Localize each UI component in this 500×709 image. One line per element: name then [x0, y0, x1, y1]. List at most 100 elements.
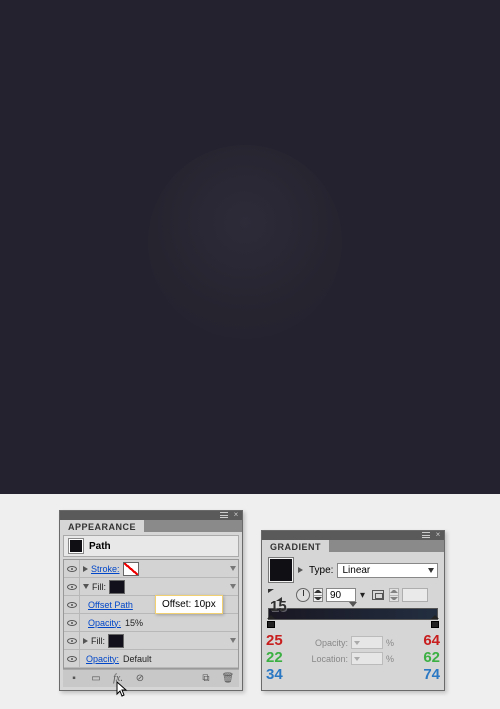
fifteen-overlay: 15	[270, 598, 287, 615]
swatch-dropdown-icon[interactable]	[298, 567, 303, 573]
percent-label: %	[386, 654, 394, 664]
type-value: Linear	[342, 565, 370, 576]
angle-value: 90	[330, 590, 341, 601]
angle-spinner[interactable]	[313, 588, 323, 602]
type-label: Type:	[309, 565, 333, 576]
appearance-tab[interactable]: APPEARANCE	[60, 519, 144, 535]
appearance-tabrow: APPEARANCE	[60, 520, 242, 532]
clear-appearance-button[interactable]: ⊘	[129, 670, 151, 688]
chevron-down-icon	[354, 657, 360, 661]
new-stroke-button[interactable]: ▭	[85, 670, 107, 688]
stroke-label[interactable]: Stroke:	[91, 564, 120, 574]
delete-button[interactable]: 🗑	[217, 670, 239, 688]
type-select[interactable]: Linear	[337, 563, 438, 578]
rgb-readout: 25 22 34 64 62 74 Opacity: % Loc	[268, 632, 438, 682]
object-title: Path	[89, 541, 111, 552]
panels-area: × APPEARANCE Path Stroke:	[0, 494, 500, 709]
panel-close-icon[interactable]: ×	[232, 511, 240, 519]
stop-location-input[interactable]	[351, 652, 383, 665]
rgb-right: 64 62 74	[423, 632, 440, 683]
eye-icon	[67, 602, 77, 608]
right-g: 62	[423, 649, 440, 666]
angle-row: 90 ▾	[268, 588, 438, 602]
fill-swatch[interactable]	[108, 634, 124, 648]
fill-label: Fill:	[92, 582, 106, 592]
sphere-shape	[148, 145, 342, 339]
disclosure-triangle-icon[interactable]	[83, 638, 88, 644]
duplicate-button[interactable]: ⧉	[195, 670, 217, 688]
percent-label: %	[386, 638, 394, 648]
stop-opacity-label: Opacity:	[306, 638, 348, 648]
stop-fields: Opacity: % Location: %	[306, 636, 406, 668]
chevron-down-icon	[354, 641, 360, 645]
offset-tooltip-text: Offset: 10px	[162, 599, 216, 610]
stroke-swatch-none-icon[interactable]	[123, 562, 139, 576]
left-b: 34	[266, 666, 283, 683]
object-thumbnail	[68, 538, 84, 554]
gradient-type-row: Type: Linear	[268, 557, 438, 583]
eye-icon	[67, 620, 77, 626]
right-r: 64	[423, 632, 440, 649]
appearance-title-row: Path	[63, 535, 239, 557]
visibility-toggle[interactable]	[64, 650, 80, 667]
visibility-toggle[interactable]	[64, 632, 80, 649]
offset-path-link[interactable]: Offset Path	[88, 600, 133, 610]
gradient-panel: × GRADIENT 15 Type: Linear	[261, 530, 445, 691]
left-g: 22	[266, 649, 283, 666]
opacity-value: 15%	[125, 618, 143, 628]
eye-icon	[67, 566, 77, 572]
angle-input[interactable]: 90	[326, 588, 356, 602]
no-selection-icon[interactable]: ▪	[63, 670, 85, 688]
offset-tooltip: Offset: 10px	[155, 595, 223, 614]
canvas	[0, 0, 500, 494]
gradient-tabrow: GRADIENT	[262, 540, 444, 552]
fill-row[interactable]: Fill:	[64, 578, 238, 596]
angle-dial[interactable]	[296, 588, 310, 602]
dropdown-caret-icon	[428, 568, 434, 573]
rgb-left: 25 22 34	[266, 632, 283, 683]
stroke-row[interactable]: Stroke:	[64, 560, 238, 578]
stop-location-label: Location:	[306, 654, 348, 664]
opacity-default-row[interactable]: Opacity: Default	[64, 650, 238, 668]
gradient-bar[interactable]	[268, 608, 438, 620]
eye-icon	[67, 584, 77, 590]
color-stop-left[interactable]	[267, 618, 275, 628]
eye-icon	[67, 638, 77, 644]
aspect-spinner	[389, 588, 399, 602]
row-menu-icon[interactable]	[230, 566, 236, 571]
stop-opacity-input[interactable]	[351, 636, 383, 649]
eye-icon	[67, 656, 77, 662]
panel-menu-icon[interactable]	[422, 532, 430, 538]
left-r: 25	[266, 632, 283, 649]
midpoint-marker-icon[interactable]	[349, 602, 357, 607]
visibility-toggle[interactable]	[64, 596, 80, 613]
opacity-label[interactable]: Opacity:	[88, 618, 121, 628]
visibility-toggle[interactable]	[64, 614, 80, 631]
opacity-default-value: Default	[123, 654, 152, 664]
gradient-slider[interactable]	[268, 608, 438, 620]
visibility-toggle[interactable]	[64, 560, 80, 577]
appearance-list: Stroke: Fill: Offset Path	[63, 559, 239, 669]
color-stop-right[interactable]	[431, 618, 439, 628]
panel-menu-icon[interactable]	[220, 512, 228, 518]
angle-caret-icon[interactable]: ▾	[360, 590, 365, 601]
fill-swatch[interactable]	[109, 580, 125, 594]
disclosure-triangle-icon[interactable]	[83, 584, 89, 589]
row-menu-icon[interactable]	[230, 584, 236, 589]
right-b: 74	[423, 666, 440, 683]
row-menu-icon[interactable]	[230, 638, 236, 643]
fill-row-2[interactable]: Fill:	[64, 632, 238, 650]
fill-label: Fill:	[91, 636, 105, 646]
cursor-icon	[116, 681, 128, 697]
aspect-input	[402, 588, 428, 602]
aspect-ratio-icon[interactable]	[372, 590, 384, 600]
appearance-topbar: ×	[60, 511, 242, 520]
gradient-topbar: ×	[262, 531, 444, 540]
visibility-toggle[interactable]	[64, 578, 80, 595]
gradient-swatch[interactable]	[268, 557, 294, 583]
appearance-button-row: ▪ ▭ fx. ⊘ ⧉ 🗑	[63, 669, 239, 687]
panel-close-icon[interactable]: ×	[434, 531, 442, 539]
opacity-15-row[interactable]: Opacity: 15%	[64, 614, 238, 632]
disclosure-triangle-icon[interactable]	[83, 566, 88, 572]
opacity-label[interactable]: Opacity:	[86, 654, 119, 664]
